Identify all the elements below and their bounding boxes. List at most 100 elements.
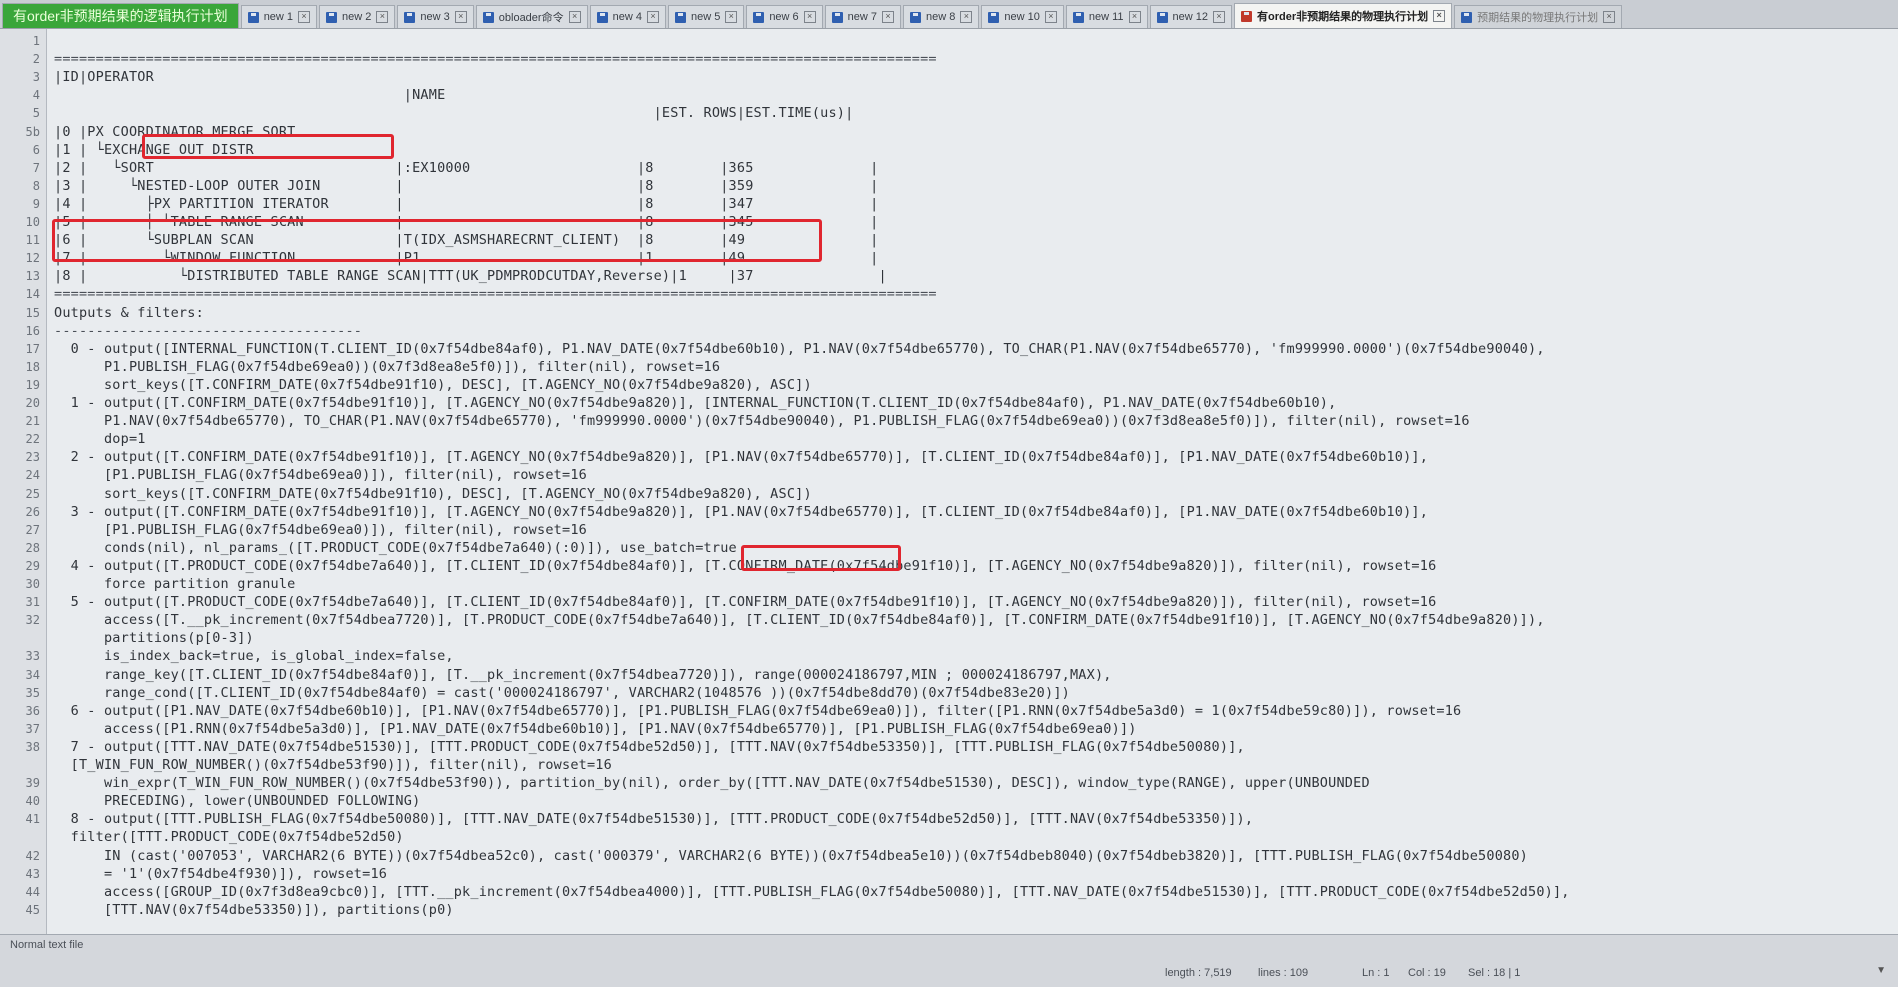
line-number: 33 <box>25 649 40 664</box>
floppy-icon <box>674 11 686 23</box>
close-icon[interactable]: × <box>803 11 816 23</box>
code-line[interactable]: P1.NAV(0x7f54dbe65770), TO_CHAR(P1.NAV(0… <box>54 413 1470 429</box>
code-line[interactable]: 5 - output([T.PRODUCT_CODE(0x7f54dbe7a64… <box>54 594 1437 610</box>
code-line[interactable]: 6 - output([P1.NAV_DATE(0x7f54dbe60b10)]… <box>54 703 1462 719</box>
close-icon[interactable]: × <box>1603 11 1616 23</box>
code-line[interactable]: dop=1 <box>54 431 146 447</box>
close-icon[interactable]: × <box>1213 11 1226 23</box>
close-icon[interactable]: × <box>1044 11 1057 23</box>
highlight-nested-loop-outer-join <box>142 134 394 159</box>
line-number: 26 <box>25 504 40 519</box>
tab-13[interactable]: 有order非预期结果的物理执行计划 × <box>1234 3 1453 28</box>
close-icon[interactable]: × <box>1128 11 1141 23</box>
close-icon[interactable]: × <box>454 11 467 23</box>
line-number: 31 <box>25 595 40 610</box>
line-number: 32 <box>25 613 40 628</box>
tab-9[interactable]: new 8 × <box>903 5 980 28</box>
code-line[interactable]: = '1'(0x7f54dbe4f930)]), rowset=16 <box>54 866 387 882</box>
tab-4[interactable]: obloader命令 × <box>475 5 588 28</box>
code-line[interactable]: 0 - output([INTERNAL_FUNCTION(T.CLIENT_I… <box>54 341 1545 357</box>
tab-2[interactable]: new 2 × <box>319 5 396 28</box>
tab-bar: 有order非预期结果的逻辑执行计划 new 1 × new 2 × new 3 × oblo… <box>0 0 1898 29</box>
code-line[interactable]: partitions(p[0-3]) <box>54 630 254 646</box>
scroll-down-arrow[interactable]: ▼ <box>1876 965 1886 976</box>
line-number: 25 <box>25 486 40 501</box>
code-line[interactable]: ========================================… <box>54 51 937 67</box>
code-line[interactable]: access([T.__pk_increment(0x7f54dbea7720)… <box>54 612 1545 628</box>
tab-0[interactable]: 有order非预期结果的逻辑执行计划 <box>2 3 239 28</box>
line-number: 23 <box>25 450 40 465</box>
code-line[interactable]: |3 | └NESTED-LOOP OUTER JOIN | |8 |359 | <box>54 178 878 194</box>
close-icon[interactable]: × <box>298 11 311 23</box>
line-number: 5 <box>32 106 40 121</box>
code-line[interactable]: P1.PUBLISH_FLAG(0x7f54dbe69ea0))(0x7f3d8… <box>54 359 720 375</box>
code-line[interactable]: [T_WIN_FUN_ROW_NUMBER()(0x7f54dbe53f90)]… <box>54 757 612 773</box>
code-line[interactable]: access([GROUP_ID(0x7f3d8ea9cbc0)], [TTT.… <box>54 884 1570 900</box>
line-number: 27 <box>25 522 40 537</box>
close-icon[interactable]: × <box>1433 10 1446 22</box>
code-line[interactable]: 1 - output([T.CONFIRM_DATE(0x7f54dbe91f1… <box>54 395 1337 411</box>
code-line[interactable]: 7 - output([TTT.NAV_DATE(0x7f54dbe51530)… <box>54 739 1245 755</box>
tab-label: new 12 <box>1172 11 1209 23</box>
tab-label: new 10 <box>1004 11 1040 23</box>
code-line[interactable]: sort_keys([T.CONFIRM_DATE(0x7f54dbe91f10… <box>54 486 812 502</box>
line-number-gutter: 1 2 3 4 5 5b 6 7 8 9 10 11 12 13 14 15 16 17 18 19 20 21 22 23 2… <box>0 29 47 934</box>
code-line[interactable]: win_expr(T_WIN_FUN_ROW_NUMBER()(0x7f54db… <box>54 775 1370 791</box>
code-line[interactable]: |8 | └DISTRIBUTED TABLE RANGE SCAN|TTT(U… <box>54 268 887 284</box>
tab-5[interactable]: new 4 × <box>589 5 666 28</box>
code-line[interactable]: |ID|OPERATOR <box>54 69 154 85</box>
close-icon[interactable]: × <box>568 11 581 23</box>
tab-10[interactable]: new 10 × <box>981 5 1064 28</box>
code-line[interactable]: ------------------------------------- <box>54 323 362 339</box>
code-line[interactable]: range_key([T.CLIENT_ID(0x7f54dbe84af0)],… <box>54 667 1112 683</box>
tab-label: obloader命令 <box>498 12 564 24</box>
code-line[interactable]: IN (cast('007053', VARCHAR2(6 BYTE))(0x7… <box>54 848 1528 864</box>
close-icon[interactable]: × <box>882 11 895 23</box>
code-line[interactable]: [P1.PUBLISH_FLAG(0x7f54dbe69ea0)]), filt… <box>54 522 587 538</box>
line-number: 45 <box>25 902 40 917</box>
tab-label: 有order非预期结果的物理执行计划 <box>1257 11 1429 23</box>
close-icon[interactable]: × <box>960 11 973 23</box>
tab-label: new 8 <box>926 11 956 23</box>
line-number: 43 <box>25 866 40 881</box>
code-line[interactable]: Outputs & filters: <box>54 305 204 321</box>
close-icon[interactable]: × <box>725 11 738 23</box>
tab-7[interactable]: new 6 × <box>746 5 823 28</box>
tab-3[interactable]: new 3 × <box>397 5 474 28</box>
floppy-icon <box>910 11 922 23</box>
editor-area[interactable]: 1 2 3 4 5 5b 6 7 8 9 10 11 12 13 14 15 16 17 18 19 20 21 22 23 2… <box>0 29 1898 934</box>
code-line[interactable]: |EST. ROWS|EST.TIME(us)| <box>54 105 854 121</box>
floppy-icon <box>404 11 416 23</box>
code-line[interactable]: [TTT.NAV(0x7f54dbe53350)]), partitions(p… <box>54 902 454 918</box>
tab-14[interactable]: 预期结果的物理执行计划 × <box>1454 5 1623 28</box>
tab-label: new 2 <box>342 11 372 23</box>
code-line[interactable]: access([P1.RNN(0x7f54dbe5a3d0)], [P1.NAV… <box>54 721 1137 737</box>
line-number: 41 <box>25 812 40 827</box>
code-line[interactable]: filter([TTT.PRODUCT_CODE(0x7f54dbe52d50) <box>54 829 404 845</box>
code-line[interactable]: range_cond([T.CLIENT_ID(0x7f54dbe84af0) … <box>54 685 1070 701</box>
code-line[interactable]: |4 | ├PX PARTITION ITERATOR | |8 |347 | <box>54 196 878 212</box>
tab-label: new 11 <box>1088 11 1124 23</box>
code-line[interactable]: 8 - output([TTT.PUBLISH_FLAG(0x7f54dbe50… <box>54 811 1253 827</box>
code-line[interactable]: force partition granule <box>54 576 296 592</box>
code-line[interactable]: |2 | └SORT |:EX10000 |8 |365 | <box>54 160 878 176</box>
code-line[interactable]: 3 - output([T.CONFIRM_DATE(0x7f54dbe91f1… <box>54 504 1428 520</box>
code-line[interactable]: is_index_back=true, is_global_index=fals… <box>54 648 454 664</box>
tab-1[interactable]: new 1 × <box>240 5 318 28</box>
code-line[interactable]: sort_keys([T.CONFIRM_DATE(0x7f54dbe91f10… <box>54 377 812 393</box>
tab-8[interactable]: new 7 × <box>824 5 902 28</box>
code-line[interactable]: PRECEDING), lower(UNBOUNDED FOLLOWING) <box>54 793 420 809</box>
tab-12[interactable]: new 12 × <box>1149 5 1233 28</box>
code-line[interactable]: 2 - output([T.CONFIRM_DATE(0x7f54dbe91f1… <box>54 449 1428 465</box>
line-number: 7 <box>32 160 40 175</box>
close-icon[interactable]: × <box>646 11 659 23</box>
floppy-icon <box>988 11 1000 23</box>
code-line[interactable]: [P1.PUBLISH_FLAG(0x7f54dbe69ea0)]), filt… <box>54 467 587 483</box>
close-icon[interactable]: × <box>376 11 389 23</box>
code-line[interactable]: ========================================… <box>54 286 937 302</box>
tab-11[interactable]: new 11 × <box>1065 5 1148 28</box>
code-line[interactable]: conds(nil), nl_params_([T.PRODUCT_CODE(0… <box>54 540 737 556</box>
tab-6[interactable]: new 5 × <box>667 5 745 28</box>
line-number: 11 <box>25 233 40 248</box>
code-line[interactable]: |NAME <box>54 87 445 103</box>
